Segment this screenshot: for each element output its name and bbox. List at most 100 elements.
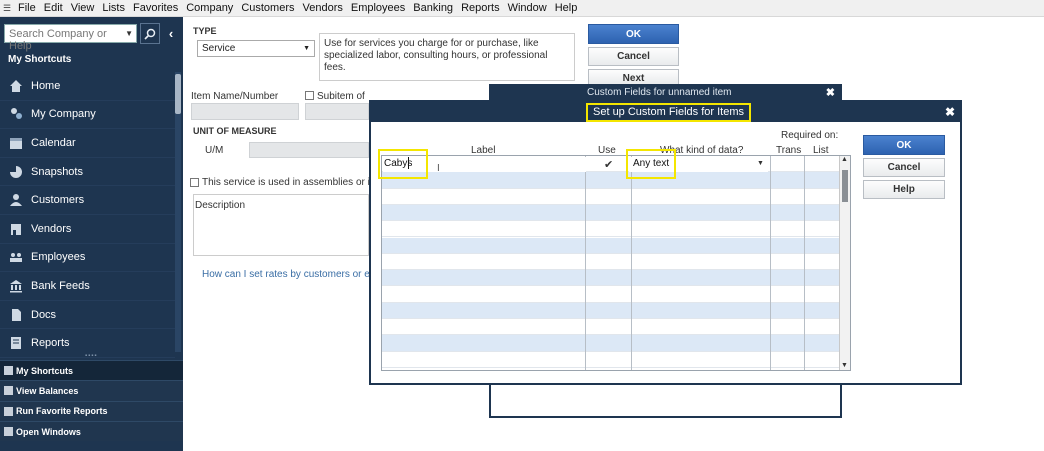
grid-row[interactable] <box>382 270 840 287</box>
grid-column-divider <box>631 156 632 370</box>
panel-grip[interactable]: ▪▪▪▪ <box>85 353 98 359</box>
type-label: TYPE <box>193 26 217 36</box>
close-icon[interactable]: ✖ <box>826 86 835 100</box>
next-button[interactable]: Next <box>588 69 679 85</box>
grid-row[interactable] <box>382 221 840 238</box>
grid-row[interactable] <box>382 172 840 189</box>
sidebar-item-label: Home <box>31 79 61 92</box>
shortcuts-list: Home My Company Calendar Snapshots Customers… <box>0 72 175 358</box>
search-input[interactable]: Search Company or Help ▼ <box>4 24 137 52</box>
sidebar-item-label: Docs <box>31 308 57 321</box>
type-description: Use for services you charge for or purch… <box>324 38 548 73</box>
type-select[interactable]: Service ▼ <box>197 40 315 57</box>
ok-button[interactable]: OK <box>588 24 679 44</box>
grid-row[interactable] <box>382 237 840 254</box>
search-button[interactable] <box>140 23 160 44</box>
bottom-nav-run-favorite-reports[interactable]: Run Favorite Reports <box>0 400 183 421</box>
menu-reports[interactable]: Reports <box>457 2 504 14</box>
grid-column-divider <box>804 156 805 370</box>
grid-row[interactable] <box>382 286 840 303</box>
sidebar-item-vendors[interactable]: Vendors <box>0 215 175 244</box>
sidebar-item-bank-feeds[interactable]: Bank Feeds <box>0 272 175 301</box>
bottom-nav-view-balances[interactable]: View Balances <box>0 380 183 401</box>
menu-file[interactable]: File <box>14 2 40 14</box>
bottom-nav-label: Open Windows <box>16 426 81 437</box>
left-navigation: Search Company or Help ▼ ‹ My Shortcuts … <box>0 17 183 451</box>
nav-scroll-thumb[interactable] <box>175 74 181 114</box>
setup-dialog-titlebar: Set up Custom Fields for Items ✖ <box>371 102 960 122</box>
close-icon[interactable]: ✖ <box>945 105 955 119</box>
docs-icon <box>9 308 23 322</box>
grid-row[interactable] <box>382 352 840 368</box>
collapse-nav-button[interactable]: ‹ <box>163 23 179 44</box>
home-icon <box>9 79 23 93</box>
assembly-label: This service is used in assemblies or is… <box>202 177 384 188</box>
sidebar-item-customers[interactable]: Customers <box>0 186 175 215</box>
grid-row[interactable] <box>382 204 840 222</box>
sidebar-item-docs[interactable]: Docs <box>0 301 175 330</box>
sidebar-item-snapshots[interactable]: Snapshots <box>0 158 175 187</box>
menu-customers[interactable]: Customers <box>237 2 298 14</box>
grid-scroll-thumb[interactable] <box>842 170 848 202</box>
setup-dialog-title: Set up Custom Fields for Items <box>586 103 751 122</box>
employees-icon <box>9 250 23 264</box>
menu-help[interactable]: Help <box>551 2 582 14</box>
subitem-field[interactable] <box>305 103 369 120</box>
dialog-help-button[interactable]: Help <box>863 180 945 199</box>
grid-row[interactable] <box>382 302 840 319</box>
menu-view[interactable]: View <box>67 2 99 14</box>
assembly-checkbox[interactable] <box>190 178 199 187</box>
sidebar-item-employees[interactable]: Employees <box>0 244 175 273</box>
menu-employees[interactable]: Employees <box>347 2 409 14</box>
grid-row[interactable] <box>382 319 840 336</box>
reports-icon <box>9 336 23 350</box>
search-dropdown-icon[interactable]: ▼ <box>125 29 133 38</box>
setup-custom-fields-dialog: Set up Custom Fields for Items ✖ Require… <box>369 100 962 385</box>
system-menu-icon[interactable]: ☰ <box>0 3 14 14</box>
subitem-checkbox[interactable] <box>305 91 314 100</box>
calendar-icon <box>9 136 23 150</box>
bottom-nav-my-shortcuts[interactable]: My Shortcuts <box>0 360 183 381</box>
menu-bar: ☰ File Edit View Lists Favorites Company Custo… <box>0 0 1044 17</box>
grid-row[interactable] <box>382 189 840 205</box>
sidebar-item-my-company[interactable]: My Company <box>0 101 175 130</box>
my-company-icon <box>9 107 23 121</box>
bottom-nav-label: Run Favorite Reports <box>16 406 108 417</box>
item-name-label: Item Name/Number <box>191 91 279 102</box>
bottom-nav-open-windows[interactable]: Open Windows <box>0 420 183 442</box>
search-icon <box>144 28 156 40</box>
dialog-cancel-button[interactable]: Cancel <box>863 158 945 177</box>
menu-company[interactable]: Company <box>182 2 237 14</box>
sidebar-item-calendar[interactable]: Calendar <box>0 129 175 158</box>
menu-favorites[interactable]: Favorites <box>129 2 182 14</box>
use-checkmark[interactable]: ✔ <box>604 158 613 171</box>
sidebar-item-label: My Company <box>31 108 96 121</box>
grid-row[interactable] <box>382 335 840 352</box>
item-name-field[interactable] <box>191 103 299 120</box>
um-field[interactable] <box>249 142 369 158</box>
uom-label: UNIT OF MEASURE <box>193 126 277 136</box>
scroll-down-icon[interactable]: ▼ <box>841 362 848 369</box>
sidebar-item-home[interactable]: Home <box>0 72 175 101</box>
grid-row[interactable] <box>382 254 840 271</box>
chevron-down-icon: ▼ <box>303 45 310 52</box>
um-label: U/M <box>205 145 224 156</box>
menu-lists[interactable]: Lists <box>98 2 129 14</box>
kind-highlight <box>626 149 676 179</box>
menu-edit[interactable]: Edit <box>40 2 67 14</box>
subitem-label: Subitem of <box>317 91 365 102</box>
menu-banking[interactable]: Banking <box>409 2 457 14</box>
rates-help-link[interactable]: How can I set rates by customers or emp <box>202 269 384 280</box>
menu-window[interactable]: Window <box>504 2 551 14</box>
panel-icon <box>4 427 13 437</box>
panel-icon <box>4 406 13 416</box>
cancel-button[interactable]: Cancel <box>588 47 679 66</box>
vendors-icon <box>9 222 23 236</box>
customers-icon <box>9 193 23 207</box>
grid-scrollbar[interactable]: ▲ ▼ <box>839 156 850 370</box>
nav-scrollbar[interactable] <box>175 72 181 352</box>
scroll-up-icon[interactable]: ▲ <box>841 156 848 163</box>
menu-vendors[interactable]: Vendors <box>299 2 347 14</box>
chevron-down-icon[interactable]: ▼ <box>757 160 764 167</box>
dialog-ok-button[interactable]: OK <box>863 135 945 155</box>
